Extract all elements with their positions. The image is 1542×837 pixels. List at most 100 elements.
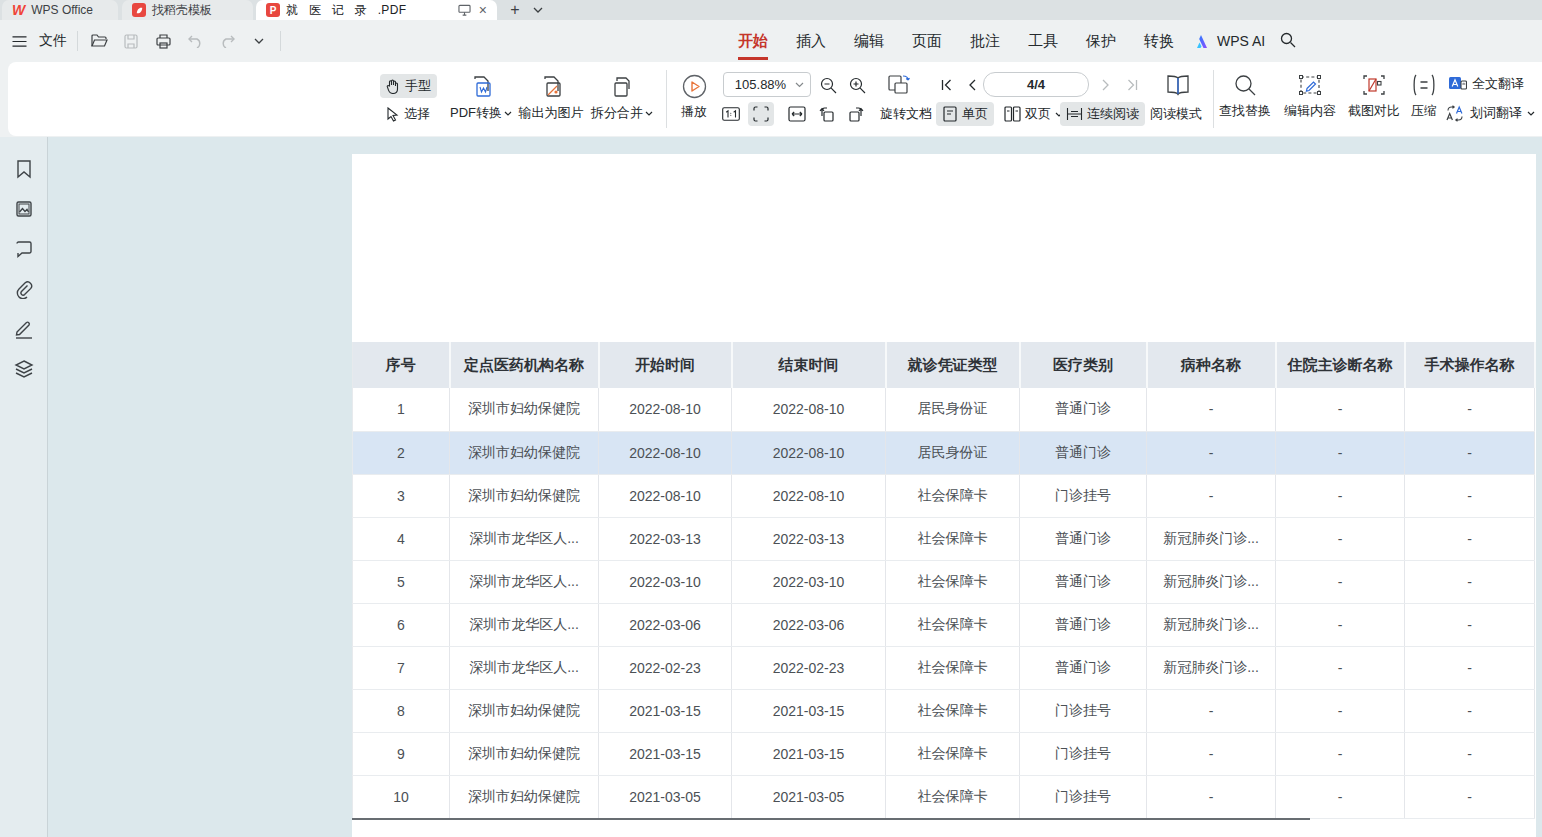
fit-page-button[interactable]	[748, 102, 774, 126]
split-merge-button[interactable]: 拆分合并	[584, 74, 660, 122]
next-page-button[interactable]	[1096, 73, 1116, 97]
book-icon[interactable]	[1164, 73, 1192, 97]
find-replace-icon	[1234, 74, 1256, 96]
hand-tool-button[interactable]: 手型	[380, 74, 437, 98]
page-indicator-value: 4/4	[1027, 77, 1045, 92]
monitor-icon[interactable]	[458, 4, 471, 16]
comment-icon[interactable]	[14, 239, 34, 259]
play-button[interactable]: 播放	[670, 74, 718, 121]
layers-icon[interactable]	[14, 359, 34, 379]
close-tab-icon[interactable]: ×	[479, 3, 487, 17]
ribbon-tabs: 开始 插入 编辑 页面 批注 工具 保护 转换	[724, 20, 1188, 62]
table-row: 8深圳市妇幼保健院2021-03-152021-03-15社会保障卡门诊挂号--…	[353, 689, 1535, 732]
file-menu[interactable]: 文件	[39, 32, 67, 50]
full-translate-button[interactable]: 全文翻译	[1448, 75, 1524, 93]
signature-pen-icon[interactable]	[14, 319, 34, 339]
open-file-icon[interactable]	[88, 30, 110, 52]
tab-document[interactable]: P 就 医 记 录 .PDF ×	[256, 0, 497, 20]
next-page-icon	[1102, 79, 1110, 91]
tab-edit[interactable]: 编辑	[840, 20, 898, 62]
rotate-doc-label[interactable]: 旋转文档	[874, 102, 938, 126]
zoom-in-button[interactable]	[844, 73, 870, 97]
menubar-search-icon[interactable]	[1280, 32, 1296, 48]
edit-content-button[interactable]: 编辑内容	[1280, 74, 1340, 120]
word-translate-button[interactable]: 划词翻译	[1445, 104, 1535, 122]
table-row: 3深圳市妇幼保健院2022-08-102022-08-10社会保障卡门诊挂号--…	[353, 474, 1535, 517]
tab-tools[interactable]: 工具	[1014, 20, 1072, 62]
table-row: 2深圳市妇幼保健院2022-08-102022-08-10居民身份证普通门诊--…	[353, 431, 1535, 474]
undo-icon[interactable]	[184, 30, 206, 52]
medical-records-table: 序号定点医药机构名称开始时间结束时间就诊凭证类型医疗类别病种名称住院主诊断名称手…	[352, 342, 1536, 819]
tab-docer-templates[interactable]: 找稻壳模板	[122, 0, 253, 20]
tab-annotate[interactable]: 批注	[956, 20, 1014, 62]
tab-convert[interactable]: 转换	[1130, 20, 1188, 62]
last-page-button[interactable]	[1122, 73, 1142, 97]
zoom-level-control[interactable]: 105.88%	[723, 72, 811, 97]
tab-insert[interactable]: 插入	[782, 20, 840, 62]
double-page-button[interactable]: 双页	[998, 102, 1069, 126]
wps-ai-label: WPS AI	[1217, 33, 1265, 49]
full-translate-label: 全文翻译	[1472, 75, 1524, 93]
print-icon[interactable]	[152, 30, 174, 52]
new-tab-button[interactable]: +	[505, 0, 525, 20]
thumbnail-icon[interactable]	[14, 199, 34, 219]
first-page-button[interactable]	[936, 73, 956, 97]
zoom-out-icon	[820, 77, 837, 94]
attachment-icon[interactable]	[14, 279, 34, 299]
column-header-5: 医疗类别	[1020, 342, 1147, 388]
wps-window: W WPS Office 找稻壳模板 P 就 医 记 录 .PDF × + 文件	[0, 0, 1542, 837]
export-image-label: 输出为图片	[519, 104, 584, 122]
double-page-label: 双页	[1025, 105, 1051, 123]
play-icon	[682, 74, 707, 99]
menubar: 文件 开始 插入 编辑 页面	[0, 20, 1542, 62]
pdf-page: 序号定点医药机构名称开始时间结束时间就诊凭证类型医疗类别病种名称住院主诊断名称手…	[352, 154, 1536, 837]
tab-wps-office-label: WPS Office	[31, 3, 93, 17]
tab-list-chevron-icon[interactable]	[529, 0, 547, 20]
select-tool-button[interactable]: 选择	[380, 102, 436, 126]
rotate-right-icon	[847, 106, 864, 122]
tab-page[interactable]: 页面	[898, 20, 956, 62]
export-image-button[interactable]: 输出为图片	[508, 74, 594, 122]
prev-page-button[interactable]	[962, 73, 982, 97]
rotate-left-button[interactable]	[814, 102, 840, 126]
save-icon[interactable]	[120, 30, 142, 52]
tab-home[interactable]: 开始	[724, 20, 782, 62]
page-indicator-input[interactable]: 4/4	[983, 72, 1089, 97]
tab-protect[interactable]: 保护	[1072, 20, 1130, 62]
fileops-chevron-icon[interactable]	[248, 30, 270, 52]
tab-document-title: 就 医 记 录 .PDF	[286, 2, 406, 19]
full-translate-icon	[1448, 76, 1467, 92]
redo-icon[interactable]	[216, 30, 238, 52]
hand-tool-label: 手型	[405, 77, 431, 95]
rotate-pages-icon[interactable]	[884, 73, 914, 97]
read-mode-label: 阅读模式	[1150, 105, 1202, 123]
actual-size-button[interactable]	[718, 102, 744, 126]
wps-logo-icon: W	[12, 3, 25, 17]
find-replace-button[interactable]: 查找替换	[1215, 74, 1275, 120]
zoom-in-icon	[849, 77, 866, 94]
toolbar: 手型 选择 PDF转换 输出为图片 拆分合并 播放 105.88%	[8, 62, 1542, 136]
compress-button[interactable]: 压缩	[1404, 74, 1444, 120]
zoom-out-button[interactable]	[815, 73, 841, 97]
bookmark-icon[interactable]	[14, 159, 34, 179]
first-page-icon	[941, 79, 952, 91]
play-label: 播放	[681, 103, 707, 121]
single-page-button[interactable]: 单页	[936, 102, 994, 126]
continuous-read-label: 连续阅读	[1087, 105, 1139, 123]
screenshot-compare-button[interactable]: 截图对比	[1344, 74, 1404, 120]
continuous-read-button[interactable]: 连续阅读	[1060, 102, 1145, 126]
docer-icon	[132, 3, 146, 17]
pdf-doc-icon: P	[266, 3, 280, 17]
compress-icon	[1411, 74, 1437, 96]
rotate-right-button[interactable]	[842, 102, 868, 126]
fit-width-button[interactable]	[784, 102, 810, 126]
hamburger-menu-icon[interactable]	[12, 36, 27, 47]
read-mode-button[interactable]: 阅读模式	[1144, 102, 1208, 126]
tab-wps-office[interactable]: W WPS Office	[2, 0, 118, 20]
wps-ai-button[interactable]: WPS AI	[1194, 20, 1265, 62]
table-row: 5深圳市龙华区人...2022-03-102022-03-10社会保障卡普通门诊…	[353, 560, 1535, 603]
left-sidebar	[0, 137, 48, 837]
word-translate-label: 划词翻译	[1470, 104, 1522, 122]
wps-ai-logo-icon	[1194, 34, 1211, 49]
single-page-label: 单页	[962, 105, 988, 123]
